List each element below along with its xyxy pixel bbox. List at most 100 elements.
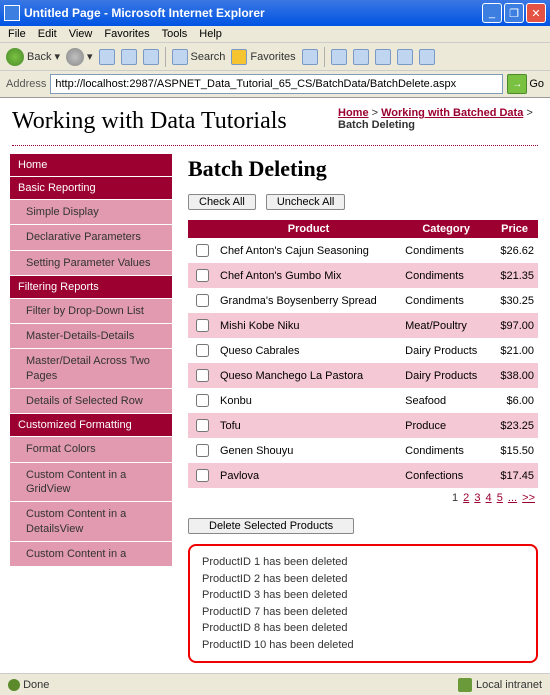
minimize-button[interactable]: _ — [482, 3, 502, 23]
cell-category: Condiments — [401, 263, 491, 288]
col-category[interactable]: Category — [401, 220, 491, 238]
cell-price: $6.00 — [491, 388, 538, 413]
discuss-icon[interactable] — [397, 49, 413, 65]
nav-item[interactable]: Custom Content in a — [10, 542, 172, 567]
address-input[interactable] — [50, 74, 503, 94]
star-icon — [231, 49, 247, 65]
pager-page[interactable]: 3 — [474, 492, 480, 504]
go-button[interactable]: →Go — [507, 74, 544, 94]
menu-file[interactable]: File — [8, 28, 26, 40]
nav-head[interactable]: Customized Formatting — [10, 414, 172, 437]
nav-item[interactable]: Setting Parameter Values — [10, 251, 172, 276]
result-message: ProductID 7 has been deleted — [202, 604, 524, 621]
table-row: PavlovaConfections$17.45 — [188, 463, 538, 488]
result-message: ProductID 1 has been deleted — [202, 554, 524, 571]
row-checkbox[interactable] — [196, 444, 209, 457]
menubar: File Edit View Favorites Tools Help — [0, 26, 550, 43]
pager-next[interactable]: >> — [522, 492, 535, 504]
breadcrumb-home[interactable]: Home — [338, 107, 369, 119]
cell-price: $21.35 — [491, 263, 538, 288]
uncheck-all-button[interactable]: Uncheck All — [266, 194, 345, 210]
row-checkbox[interactable] — [196, 469, 209, 482]
col-check — [188, 220, 216, 238]
nav-head[interactable]: Basic Reporting — [10, 177, 172, 200]
menu-tools[interactable]: Tools — [162, 28, 188, 40]
products-grid: Product Category Price Chef Anton's Caju… — [188, 220, 538, 488]
menu-edit[interactable]: Edit — [38, 28, 57, 40]
restore-button[interactable]: ❐ — [504, 3, 524, 23]
nav-item[interactable]: Master/Detail Across Two Pages — [10, 349, 172, 389]
row-checkbox[interactable] — [196, 369, 209, 382]
cell-product: Konbu — [216, 388, 401, 413]
address-label: Address — [6, 78, 46, 90]
cell-price: $17.45 — [491, 463, 538, 488]
row-checkbox[interactable] — [196, 269, 209, 282]
pager-page[interactable]: 2 — [463, 492, 469, 504]
result-message: ProductID 3 has been deleted — [202, 587, 524, 604]
row-checkbox[interactable] — [196, 294, 209, 307]
menu-view[interactable]: View — [69, 28, 93, 40]
delete-selected-button[interactable]: Delete Selected Products — [188, 518, 354, 534]
table-row: Chef Anton's Gumbo MixCondiments$21.35 — [188, 263, 538, 288]
home-icon[interactable] — [143, 49, 159, 65]
nav-item[interactable]: Format Colors — [10, 437, 172, 462]
forward-button[interactable]: ▾ — [66, 48, 93, 66]
row-checkbox[interactable] — [196, 244, 209, 257]
main-content: Batch Deleting Check All Uncheck All Pro… — [172, 150, 550, 673]
back-icon — [6, 48, 24, 66]
close-button[interactable]: ✕ — [526, 3, 546, 23]
favorites-label: Favorites — [250, 51, 295, 63]
research-icon[interactable] — [419, 49, 435, 65]
stop-icon[interactable] — [99, 49, 115, 65]
favorites-button[interactable]: Favorites — [231, 49, 295, 65]
nav-item[interactable]: Custom Content in a DetailsView — [10, 502, 172, 542]
nav-item[interactable]: Simple Display — [10, 200, 172, 225]
menu-help[interactable]: Help — [199, 28, 222, 40]
row-checkbox[interactable] — [196, 344, 209, 357]
history-icon[interactable] — [302, 49, 318, 65]
cell-product: Genen Shouyu — [216, 438, 401, 463]
row-checkbox[interactable] — [196, 419, 209, 432]
pager-page[interactable]: 4 — [486, 492, 492, 504]
table-row: TofuProduce$23.25 — [188, 413, 538, 438]
table-row: KonbuSeafood$6.00 — [188, 388, 538, 413]
nav-item[interactable]: Filter by Drop-Down List — [10, 299, 172, 324]
col-product[interactable]: Product — [216, 220, 401, 238]
status-bar: Done Local intranet — [0, 673, 550, 695]
nav-head[interactable]: Filtering Reports — [10, 276, 172, 299]
pager-ellipsis[interactable]: ... — [508, 492, 517, 504]
print-icon[interactable] — [353, 49, 369, 65]
cell-product: Chef Anton's Cajun Seasoning — [216, 238, 401, 263]
row-checkbox[interactable] — [196, 319, 209, 332]
cell-price: $23.25 — [491, 413, 538, 438]
cell-product: Queso Manchego La Pastora — [216, 363, 401, 388]
cell-category: Confections — [401, 463, 491, 488]
nav-item[interactable]: Details of Selected Row — [10, 389, 172, 414]
cell-category: Condiments — [401, 438, 491, 463]
cell-product: Chef Anton's Gumbo Mix — [216, 263, 401, 288]
search-button[interactable]: Search — [172, 49, 226, 65]
nav-item[interactable]: Declarative Parameters — [10, 225, 172, 250]
edit-icon[interactable] — [375, 49, 391, 65]
nav-head[interactable]: Home — [10, 154, 172, 177]
result-message: ProductID 8 has been deleted — [202, 620, 524, 637]
check-all-button[interactable]: Check All — [188, 194, 256, 210]
nav-item[interactable]: Custom Content in a GridView — [10, 463, 172, 503]
forward-icon — [66, 48, 84, 66]
refresh-icon[interactable] — [121, 49, 137, 65]
nav-item[interactable]: Master-Details-Details — [10, 324, 172, 349]
go-label: Go — [529, 78, 544, 90]
separator — [324, 47, 325, 67]
cell-category: Condiments — [401, 288, 491, 313]
pager-page[interactable]: 5 — [497, 492, 503, 504]
done-icon — [8, 679, 20, 691]
col-price[interactable]: Price — [491, 220, 538, 238]
menu-favorites[interactable]: Favorites — [104, 28, 149, 40]
back-button[interactable]: Back ▾ — [6, 48, 60, 66]
toolbar: Back ▾ ▾ Search Favorites — [0, 43, 550, 71]
row-checkbox[interactable] — [196, 394, 209, 407]
mail-icon[interactable] — [331, 49, 347, 65]
address-bar: Address →Go — [0, 71, 550, 98]
table-row: Genen ShouyuCondiments$15.50 — [188, 438, 538, 463]
breadcrumb-parent[interactable]: Working with Batched Data — [381, 107, 523, 119]
